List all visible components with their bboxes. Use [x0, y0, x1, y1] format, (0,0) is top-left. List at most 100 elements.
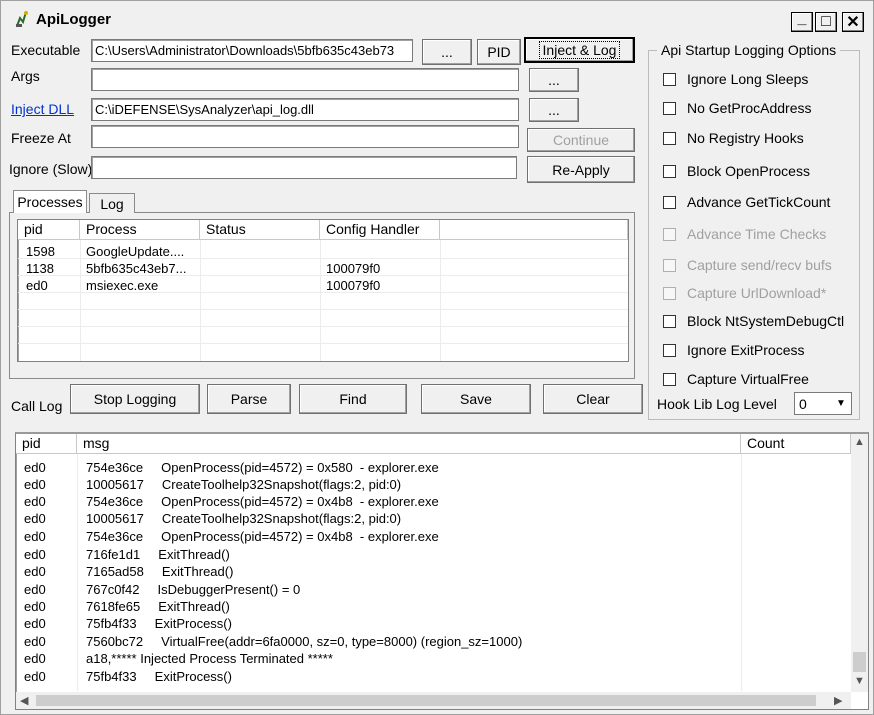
log-pid: ed0 — [24, 634, 46, 649]
title-bar[interactable]: ApiLogger _ □ ✕ — [2, 2, 872, 34]
checkbox[interactable] — [663, 131, 676, 145]
checkbox[interactable] — [663, 101, 676, 115]
cell-process: 5bfb635c43eb7... — [86, 261, 187, 276]
checkbox[interactable] — [663, 343, 676, 357]
scroll-thumb[interactable] — [853, 652, 866, 672]
log-pid: ed0 — [24, 529, 46, 544]
hook-level-select[interactable]: 0 ▼ — [794, 392, 852, 415]
log-pid: ed0 — [24, 511, 46, 526]
checkbox[interactable] — [663, 372, 676, 386]
option-capture-virtualfree[interactable]: Capture VirtualFree — [663, 371, 809, 387]
checkbox[interactable] — [663, 314, 676, 328]
cell-config-handler: 100079f0 — [326, 278, 381, 293]
inject-log-button[interactable]: Inject & Log — [524, 37, 635, 63]
executable-field[interactable]: C:\Users\Administrator\Downloads\5bfb635… — [91, 39, 413, 62]
checkbox[interactable] — [663, 195, 676, 209]
log-pid: ed0 — [24, 582, 46, 597]
col-config-handler[interactable]: Config Handler — [320, 220, 440, 240]
process-row[interactable]: 1598 GoogleUpdate.... — [18, 244, 628, 261]
checkbox[interactable] — [663, 164, 676, 178]
stop-logging-button[interactable]: Stop Logging — [70, 384, 200, 414]
browse-args-button[interactable]: ... — [529, 68, 579, 92]
parse-button[interactable]: Parse — [207, 384, 291, 414]
log-row[interactable]: ed0 7165ad58 ExitThread() — [16, 564, 851, 581]
option-label: Ignore Long Sleeps — [687, 71, 809, 87]
window-title: ApiLogger — [36, 11, 111, 28]
col-pid[interactable]: pid — [18, 220, 80, 240]
log-row[interactable]: ed0 10005617 CreateToolhelp32Snapshot(fla… — [16, 511, 851, 528]
minimize-button[interactable]: _ — [791, 10, 813, 32]
col-status[interactable]: Status — [200, 220, 320, 240]
col-pid[interactable]: pid — [16, 434, 77, 454]
option-label: No GetProcAddress — [687, 100, 812, 116]
log-msg: 7560bc72 VirtualFree(addr=6fa0000, sz=0,… — [86, 634, 523, 649]
browse-executable-button[interactable]: ... — [422, 39, 472, 65]
args-field[interactable] — [91, 68, 519, 91]
option-ignore-long-sleeps[interactable]: Ignore Long Sleeps — [663, 71, 808, 87]
find-button[interactable]: Find — [299, 384, 407, 414]
log-row[interactable]: ed0 75fb4f33 ExitProcess() — [16, 616, 851, 633]
option-no-registry-hooks[interactable]: No Registry Hooks — [663, 130, 804, 146]
inject-log-label: Inject & Log — [538, 41, 621, 59]
save-button[interactable]: Save — [421, 384, 531, 414]
cell-config-handler: 100079f0 — [326, 261, 381, 276]
log-row[interactable]: ed0 7618fe65 ExitThread() — [16, 599, 851, 616]
scroll-right-icon[interactable]: ▶ — [834, 694, 842, 707]
inject-dll-link[interactable]: Inject DLL — [11, 101, 74, 117]
option-no-getprocaddress[interactable]: No GetProcAddress — [663, 100, 812, 116]
log-row[interactable]: ed0 7560bc72 VirtualFree(addr=6fa0000, sz… — [16, 634, 851, 651]
process-row[interactable]: 1138 5bfb635c43eb7... 100079f0 — [18, 261, 628, 278]
tab-log[interactable]: Log — [89, 193, 135, 213]
scroll-down-icon[interactable]: ▼ — [854, 675, 865, 687]
log-row[interactable]: ed0 a18,***** Injected Process Terminated… — [16, 651, 851, 668]
close-button[interactable]: ✕ — [842, 12, 864, 32]
pid-button[interactable]: PID — [477, 39, 521, 65]
freeze-at-field[interactable] — [91, 125, 519, 148]
col-count[interactable]: Count — [741, 434, 851, 454]
vertical-scrollbar[interactable]: ▲ ▼ — [851, 434, 868, 692]
option-advance-gettickcount[interactable]: Advance GetTickCount — [663, 194, 830, 210]
log-msg: 10005617 CreateToolhelp32Snapshot(flags:… — [86, 511, 402, 526]
log-row[interactable]: ed0 75fb4f33 ExitProcess() — [16, 669, 851, 686]
scroll-up-icon[interactable]: ▲ — [854, 436, 865, 448]
call-log-list[interactable]: pid msg Count ed0 754e36ce OpenProcess(pi… — [15, 432, 869, 710]
continue-button[interactable]: Continue — [527, 128, 635, 152]
horizontal-scrollbar[interactable]: ◀ ▶ — [16, 692, 851, 709]
freeze-at-label: Freeze At — [11, 130, 71, 146]
log-pid: ed0 — [24, 669, 46, 684]
cell-pid: ed0 — [26, 278, 48, 293]
col-msg[interactable]: msg — [77, 434, 741, 454]
log-row[interactable]: ed0 754e36ce OpenProcess(pid=4572) = 0x58… — [16, 460, 851, 477]
maximize-button[interactable]: □ — [815, 12, 837, 32]
browse-dll-button[interactable]: ... — [529, 98, 579, 122]
option-block-ntsystemdebugctl[interactable]: Block NtSystemDebugCtl — [663, 313, 844, 329]
log-row[interactable]: ed0 754e36ce OpenProcess(pid=4572) = 0x4b… — [16, 529, 851, 546]
ignore-slow-field[interactable] — [91, 156, 517, 179]
option-block-openprocess[interactable]: Block OpenProcess — [663, 163, 810, 179]
processes-list[interactable]: pid Process Status Config Handler 1598 G… — [17, 219, 629, 362]
log-row[interactable]: ed0 10005617 CreateToolhelp32Snapshot(fla… — [16, 477, 851, 494]
checkbox[interactable] — [663, 72, 676, 86]
inject-dll-field[interactable]: C:\iDEFENSE\SysAnalyzer\api_log.dll — [91, 98, 519, 121]
scroll-left-icon[interactable]: ◀ — [20, 694, 28, 707]
col-process[interactable]: Process — [80, 220, 200, 240]
options-group-title: Api Startup Logging Options — [657, 42, 841, 58]
args-label: Args — [11, 68, 40, 84]
log-row[interactable]: ed0 754e36ce OpenProcess(pid=4572) = 0x4b… — [16, 494, 851, 511]
clear-button[interactable]: Clear — [543, 384, 643, 414]
tab-processes[interactable]: Processes — [13, 190, 87, 213]
reapply-button[interactable]: Re-Apply — [527, 156, 635, 183]
process-row[interactable]: ed0 msiexec.exe 100079f0 — [18, 278, 628, 295]
log-msg: 754e36ce OpenProcess(pid=4572) = 0x580 -… — [86, 460, 439, 475]
log-msg: 75fb4f33 ExitProcess() — [86, 669, 232, 684]
option-ignore-exitprocess[interactable]: Ignore ExitProcess — [663, 342, 805, 358]
log-row[interactable]: ed0 716fe1d1 ExitThread() — [16, 547, 851, 564]
log-row[interactable]: ed0 767c0f42 IsDebuggerPresent() = 0 — [16, 582, 851, 599]
log-pid: ed0 — [24, 599, 46, 614]
chevron-down-icon[interactable]: ▼ — [832, 394, 850, 413]
cell-process: msiexec.exe — [86, 278, 159, 293]
cell-status — [200, 261, 320, 278]
log-pid: ed0 — [24, 494, 46, 509]
scroll-thumb-h[interactable] — [36, 695, 816, 706]
cell-pid: 1598 — [26, 244, 55, 259]
